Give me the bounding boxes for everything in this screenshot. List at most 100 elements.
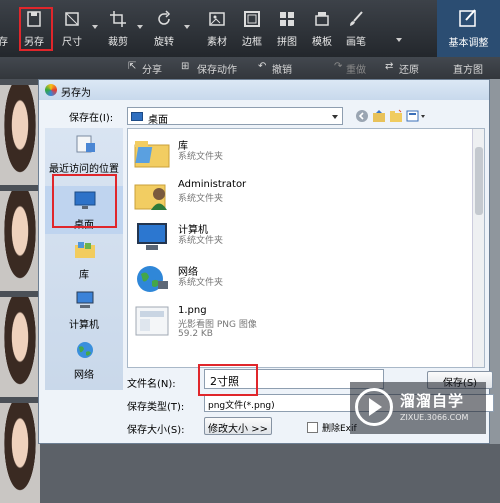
- brush-button[interactable]: 画笔: [342, 0, 370, 57]
- watermark-title: 溜溜自学: [400, 392, 465, 410]
- file-item-network[interactable]: 网络 系统文件夹: [132, 259, 432, 301]
- delete-exif-checkbox[interactable]: [307, 422, 318, 433]
- material-button[interactable]: 素材: [203, 0, 231, 57]
- network-globe-icon: [77, 342, 93, 358]
- restore-button[interactable]: 还原: [399, 61, 419, 76]
- frame-button[interactable]: 边框: [238, 0, 266, 57]
- file-list-scrollbar[interactable]: [472, 129, 484, 367]
- places-bar: 最近访问的位置 桌面 库 计算机 网络: [45, 128, 123, 390]
- up-folder-icon[interactable]: [372, 109, 386, 123]
- photo-thumbnail[interactable]: [0, 85, 40, 185]
- crop-icon: [110, 11, 126, 27]
- desktop-icon: [131, 112, 143, 121]
- photo-thumbnail[interactable]: [0, 297, 40, 397]
- back-icon[interactable]: [355, 109, 369, 123]
- recent-places-icon: [76, 135, 95, 153]
- filetype-label: 保存类型(T):: [127, 402, 185, 413]
- toolbar-label: 旋转: [154, 37, 174, 48]
- library-folder-icon: [134, 141, 170, 168]
- user-folder-icon: [134, 184, 167, 210]
- histogram-button[interactable]: 直方图: [453, 61, 483, 76]
- template-icon: [315, 12, 329, 26]
- basic-adjust-tab[interactable]: 基本调整: [437, 0, 500, 57]
- filename-highlight: [198, 364, 258, 396]
- toolbar-label: 裁剪: [108, 37, 128, 48]
- frame-icon: [244, 11, 260, 27]
- save-as-highlight: [19, 7, 53, 51]
- resize-dropdown-icon[interactable]: [92, 25, 98, 29]
- file-item-library[interactable]: 库 系统文件夹: [132, 133, 432, 175]
- resize-icon: [65, 12, 79, 26]
- rotate-dropdown-icon[interactable]: [184, 25, 190, 29]
- place-libraries[interactable]: 库: [45, 236, 123, 284]
- toolbar-label: 拼图: [277, 37, 297, 48]
- toolbar-save-partial[interactable]: 存: [0, 0, 12, 57]
- photo-thumbnail[interactable]: [0, 403, 40, 503]
- share-icon: ⇱: [128, 61, 137, 72]
- toolbar-label: 边框: [242, 37, 262, 48]
- collage-button[interactable]: 拼图: [273, 0, 301, 57]
- file-desc: 系统文件夹: [178, 236, 224, 246]
- rotate-icon: [158, 10, 171, 25]
- file-item-administrator[interactable]: Administrator 系统文件夹: [132, 175, 432, 217]
- file-item-png[interactable]: 1.png 光影看图 PNG 图像 59.2 KB: [132, 301, 432, 351]
- brush-icon: [350, 11, 363, 26]
- computer-icon: [76, 291, 94, 308]
- place-label: 库: [79, 270, 89, 281]
- toolbar-label: 素材: [207, 37, 227, 48]
- watermark-url: ZIXUE.3066.COM: [400, 413, 469, 422]
- thumbnail-strip: [0, 79, 40, 503]
- template-button[interactable]: 模板: [308, 0, 336, 57]
- photo-thumbnail[interactable]: [0, 191, 40, 291]
- filetype-value: png文件(*.png): [208, 401, 275, 411]
- network-globe-icon: [137, 266, 168, 292]
- resize-button[interactable]: 尺寸: [58, 0, 86, 57]
- resize-button[interactable]: 修改大小 >>: [204, 417, 272, 435]
- view-menu-icon[interactable]: [406, 109, 428, 123]
- place-label: 网络: [74, 370, 94, 381]
- more-dropdown-icon[interactable]: [396, 38, 402, 42]
- file-list: 库 系统文件夹 Administrator 系统文件夹 计算机 系统文件夹 网络…: [127, 128, 485, 368]
- main-toolbar: 存 另存 尺寸 裁剪 旋转 素材 边框 拼图 模板 画笔 基本调整: [0, 0, 500, 57]
- rotate-button[interactable]: 旋转: [150, 0, 178, 57]
- save-in-value: 桌面: [148, 115, 168, 126]
- image-file-icon: [135, 306, 169, 336]
- redo-button[interactable]: 重做: [346, 61, 366, 76]
- dialog-title: 另存为: [61, 88, 91, 99]
- file-size: 59.2 KB: [178, 329, 213, 339]
- place-label: 计算机: [69, 320, 99, 331]
- save-size-label: 保存大小(S):: [127, 425, 185, 436]
- place-label: 最近访问的位置: [49, 164, 119, 175]
- place-network[interactable]: 网络: [45, 336, 123, 384]
- scrollbar-thumb[interactable]: [475, 147, 483, 215]
- toolbar-label: 存: [0, 37, 8, 48]
- crop-dropdown-icon[interactable]: [137, 25, 143, 29]
- undo-button[interactable]: 撤销: [272, 61, 292, 76]
- share-button[interactable]: 分享: [142, 61, 162, 76]
- edit-icon: [459, 9, 476, 27]
- file-desc: 系统文件夹: [178, 278, 224, 288]
- toolbar-label: 尺寸: [62, 37, 82, 48]
- new-folder-icon[interactable]: [389, 109, 403, 123]
- computer-icon: [137, 223, 167, 250]
- toolbar-label: 模板: [312, 37, 332, 48]
- dialog-title-bar[interactable]: 另存为: [39, 80, 489, 100]
- play-triangle-icon: [369, 398, 382, 416]
- place-computer[interactable]: 计算机: [45, 286, 123, 334]
- save-in-dropdown[interactable]: 桌面: [127, 107, 343, 126]
- filename-label: 文件名(N):: [127, 379, 176, 390]
- save-in-label: 保存在(I):: [69, 113, 114, 124]
- save-action-button[interactable]: 保存动作: [197, 61, 237, 76]
- redo-icon: ↷: [334, 61, 343, 72]
- material-icon: [209, 12, 225, 26]
- place-recent[interactable]: 最近访问的位置: [45, 130, 123, 178]
- file-item-computer[interactable]: 计算机 系统文件夹: [132, 217, 432, 259]
- save-action-icon: ⊞: [181, 61, 190, 72]
- basic-adjust-label: 基本调整: [448, 38, 489, 49]
- crop-button[interactable]: 裁剪: [104, 0, 132, 57]
- undo-icon: ↶: [258, 61, 267, 72]
- library-icon: [75, 242, 95, 258]
- app-logo-icon: [45, 84, 57, 96]
- secondary-toolbar: ⇱ 分享 ⊞ 保存动作 ↶ 撤销 ↷ 重做 ⇄ 还原 直方图: [0, 57, 500, 79]
- restore-icon: ⇄: [385, 61, 394, 72]
